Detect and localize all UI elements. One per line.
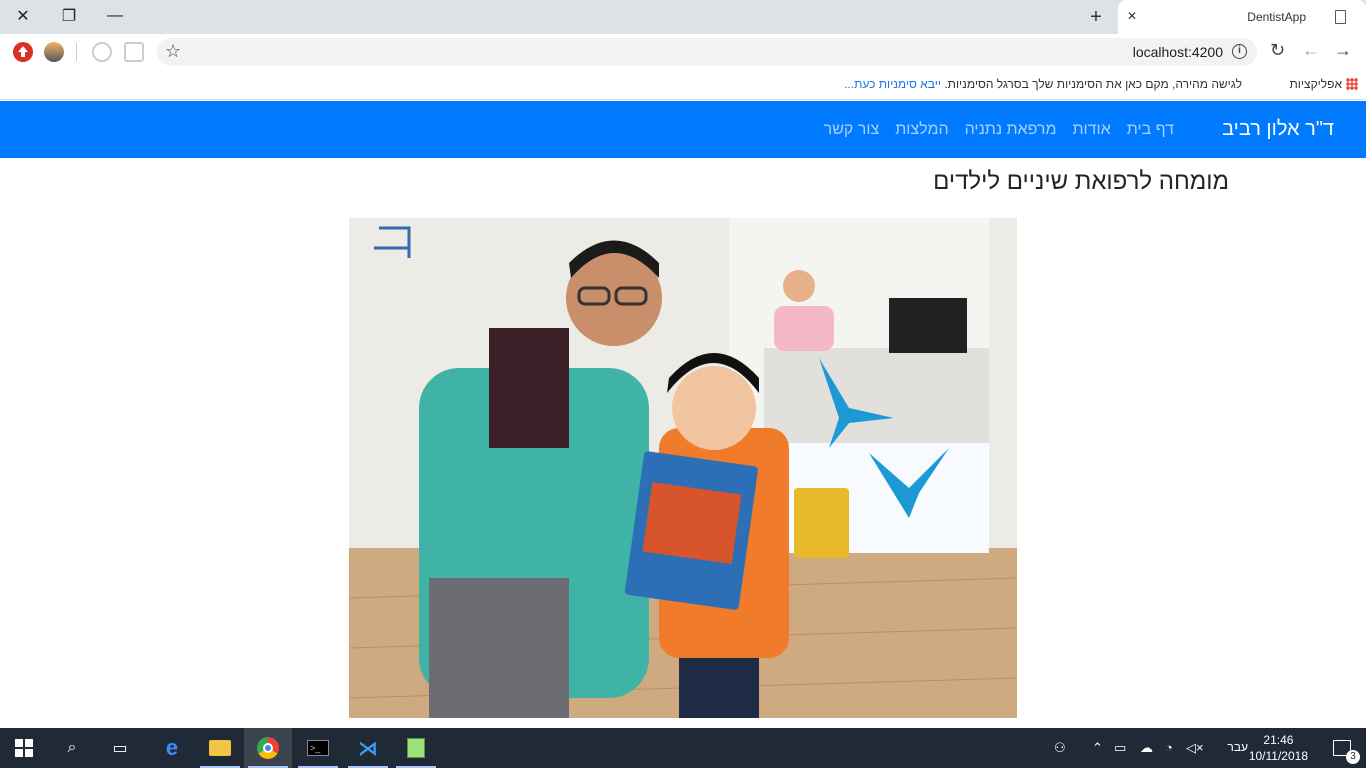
nav-link-recommendations[interactable]: המלצות bbox=[895, 121, 948, 139]
minimize-icon: — bbox=[107, 7, 123, 24]
arrow-right-icon: → bbox=[1334, 40, 1352, 60]
close-window-button[interactable]: ✕ bbox=[0, 0, 46, 32]
site-brand[interactable]: ד"ר אלון רביב bbox=[1222, 118, 1334, 141]
start-button[interactable] bbox=[0, 728, 48, 768]
browser-tabstrip: ✕ ❐ — + ✕ DentistApp bbox=[0, 0, 1366, 34]
task-view-icon: ▭ bbox=[112, 740, 128, 757]
clock-time: 21:46 bbox=[1263, 733, 1294, 747]
nav-links: דף בית אודות מרפאת נתניה המלצות צור קשר bbox=[824, 121, 1174, 139]
restore-icon: ❐ bbox=[61, 8, 77, 25]
hero-photo bbox=[349, 218, 1017, 718]
battery-icon[interactable]: ▭ bbox=[1114, 740, 1126, 756]
back-button[interactable]: ← bbox=[1302, 40, 1320, 61]
apps-shortcut[interactable]: אפליקציות bbox=[1290, 77, 1342, 91]
bookmarks-hint: לגישה מהירה, מקם כאן את הסימניות שלך בסר… bbox=[844, 77, 1242, 91]
close-icon: ✕ bbox=[16, 8, 30, 25]
site-navbar: ד"ר אלון רביב דף בית אודות מרפאת נתניה ה… bbox=[0, 101, 1366, 158]
arrow-left-icon: ← bbox=[1302, 40, 1320, 60]
extension-pocket-icon[interactable] bbox=[124, 42, 144, 62]
search-button[interactable]: ⌕ bbox=[48, 728, 96, 768]
nav-link-about[interactable]: אודות bbox=[1072, 121, 1110, 139]
folder-icon bbox=[209, 740, 231, 756]
url-text[interactable]: localhost:4200 bbox=[1133, 44, 1223, 60]
nav-link-clinic[interactable]: מרפאת נתניה bbox=[965, 121, 1057, 139]
terminal-icon: >_ bbox=[307, 740, 329, 756]
reload-button[interactable]: ↻ bbox=[1270, 40, 1285, 61]
taskbar-notepad[interactable] bbox=[392, 728, 440, 768]
wifi-icon[interactable]: ◔ bbox=[1165, 740, 1173, 755]
notepad-icon bbox=[407, 738, 425, 758]
windows-taskbar: ⌕ ▭ e >_ ⋊ ⚇ ⌃ ▭ ☁ ◔ ◁× עבר 21:46 10/11/… bbox=[0, 728, 1366, 768]
tab-dentistapp[interactable]: ✕ DentistApp bbox=[1118, 0, 1366, 34]
minimize-window-button[interactable]: — bbox=[92, 0, 138, 32]
bookmarks-hint-text: לגישה מהירה, מקם כאן את הסימניות שלך בסר… bbox=[944, 77, 1242, 91]
action-center-button[interactable]: 3 bbox=[1318, 728, 1366, 768]
clock-date: 10/11/2018 bbox=[1248, 749, 1308, 763]
site-info-icon[interactable]: i bbox=[1232, 44, 1247, 59]
chrome-icon bbox=[257, 737, 279, 759]
browser-toolbar: ☆ localhost:4200 i ↻ ← → bbox=[0, 34, 1366, 70]
search-icon: ⌕ bbox=[67, 739, 77, 756]
notification-count: 3 bbox=[1346, 750, 1360, 764]
input-language[interactable]: עבר bbox=[1227, 740, 1248, 754]
taskbar-edge[interactable]: e bbox=[148, 728, 196, 768]
taskbar-file-explorer[interactable] bbox=[196, 728, 244, 768]
extension-disabled-icon[interactable] bbox=[92, 42, 112, 62]
tab-title: DentistApp bbox=[1247, 10, 1306, 24]
tab-close-icon[interactable]: ✕ bbox=[1127, 9, 1137, 23]
vscode-icon: ⋊ bbox=[358, 737, 378, 760]
new-tab-button[interactable]: + bbox=[1084, 5, 1108, 29]
system-clock[interactable]: 21:46 10/11/2018 bbox=[1249, 732, 1308, 764]
address-bar[interactable]: ☆ localhost:4200 i bbox=[157, 38, 1257, 66]
bookmarks-bar: אפליקציות לגישה מהירה, מקם כאן את הסימני… bbox=[0, 70, 1366, 100]
people-icon[interactable]: ⚇ bbox=[1054, 740, 1066, 756]
onedrive-icon[interactable]: ☁ bbox=[1140, 740, 1153, 756]
nav-link-contact[interactable]: צור קשר bbox=[824, 121, 880, 139]
taskbar-chrome[interactable] bbox=[244, 728, 292, 768]
restore-window-button[interactable]: ❐ bbox=[46, 0, 92, 32]
reload-icon: ↻ bbox=[1270, 40, 1286, 60]
extension-avatar-icon[interactable] bbox=[44, 42, 64, 62]
extension-upload-icon[interactable] bbox=[13, 42, 33, 62]
edge-icon: e bbox=[165, 735, 179, 760]
toolbar-divider bbox=[76, 43, 77, 61]
taskbar-terminal[interactable]: >_ bbox=[294, 728, 342, 768]
windows-logo-icon bbox=[15, 739, 33, 757]
taskbar-vscode[interactable]: ⋊ bbox=[344, 728, 392, 768]
task-view-button[interactable]: ▭ bbox=[96, 728, 144, 768]
chevron-up-icon[interactable]: ⌃ bbox=[1092, 740, 1103, 756]
import-bookmarks-link[interactable]: ייבא סימניות כעת... bbox=[844, 77, 941, 91]
volume-muted-icon[interactable]: ◁× bbox=[1186, 740, 1204, 756]
page-heading: מומחה לרפואת שיניים לילדים bbox=[933, 168, 1229, 195]
nav-link-home[interactable]: דף בית bbox=[1127, 121, 1174, 139]
apps-grid-icon[interactable] bbox=[1346, 78, 1358, 90]
forward-button[interactable]: → bbox=[1334, 40, 1352, 61]
bookmark-star-icon[interactable]: ☆ bbox=[165, 41, 181, 62]
page-icon bbox=[1335, 10, 1346, 24]
notification-icon: 3 bbox=[1333, 740, 1360, 764]
